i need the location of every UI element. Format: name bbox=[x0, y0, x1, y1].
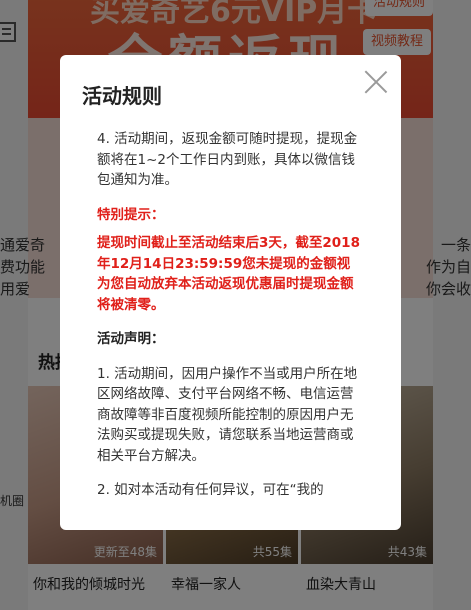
rules-content[interactable]: 4. 活动期间，返现金额可随时提现，提现金额将在1~2个工作日内到账，具体以微信… bbox=[97, 129, 363, 507]
statement-item-2: 2. 如对本活动有任何异议，可在“我的 bbox=[97, 482, 324, 498]
statement-item-1: 1. 活动期间，因用户操作不当或用户所在地区网络故障、支付平台网络不畅、电信运营… bbox=[97, 365, 358, 464]
rules-dialog: 活动规则 4. 活动期间，返现金额可随时提现，提现金额将在1~2个工作日内到账，… bbox=[60, 55, 401, 530]
dialog-title: 活动规则 bbox=[82, 84, 162, 108]
statement-title: 活动声明： bbox=[97, 331, 165, 347]
rule-item-4: 4. 活动期间，返现金额可随时提现，提现金额将在1~2个工作日内到账，具体以微信… bbox=[97, 131, 358, 188]
close-icon[interactable] bbox=[363, 69, 389, 95]
notice-title: 特别提示： bbox=[97, 206, 165, 223]
notice-text: 提现时间截止至活动结束后3天，截至2018年12月14日23:59:59您未提现… bbox=[97, 235, 360, 313]
